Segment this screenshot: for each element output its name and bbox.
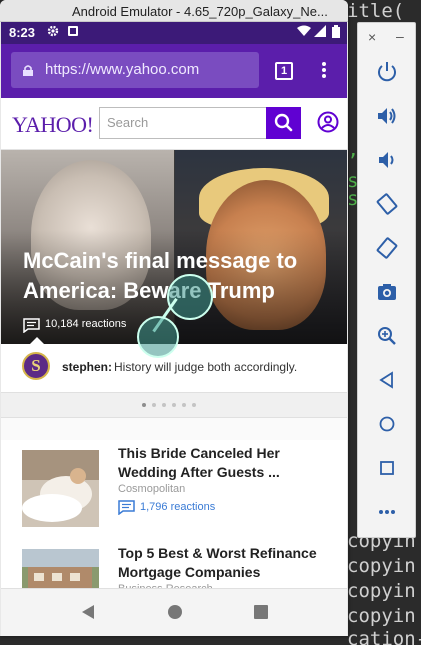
comment-icon [118, 500, 135, 516]
carousel-dot[interactable] [142, 403, 146, 407]
back-icon[interactable] [82, 605, 94, 619]
volume-down-icon[interactable] [374, 147, 400, 173]
carousel-dot[interactable] [192, 403, 196, 407]
carousel-dot[interactable] [162, 403, 166, 407]
search-button[interactable] [266, 107, 301, 139]
lock-icon [23, 63, 33, 76]
wifi-icon [297, 25, 311, 40]
home-icon[interactable] [168, 605, 182, 619]
notification-icon [67, 25, 79, 40]
browser-menu-icon[interactable] [319, 60, 329, 82]
code-line: cation-notice: [347, 628, 421, 645]
avatar: S [22, 352, 50, 380]
code-line: copyin [347, 580, 416, 602]
window-title: Android Emulator - 4.65_720p_Galaxy_Ne..… [72, 4, 328, 19]
signal-icon [314, 25, 326, 40]
rotate-right-icon[interactable] [374, 235, 400, 261]
overview-icon[interactable] [254, 605, 268, 619]
close-icon[interactable]: × [368, 29, 376, 45]
yahoo-logo[interactable]: YAHOO! [12, 112, 94, 138]
status-time: 8:23 [9, 25, 36, 40]
battery-icon [332, 25, 340, 41]
status-bar: 8:23 [1, 22, 347, 44]
comment-icon [23, 318, 40, 334]
code-line: itle( [347, 0, 405, 22]
url-text: https://www.yahoo.com [45, 61, 200, 78]
search-placeholder: Search [107, 115, 149, 130]
volume-up-icon[interactable] [374, 103, 400, 129]
camera-icon[interactable] [374, 279, 400, 305]
carousel-dot[interactable] [172, 403, 176, 407]
android-navigation-bar [1, 588, 347, 636]
home-icon[interactable] [374, 411, 400, 437]
comment-author: stephen: [62, 360, 113, 374]
rotate-left-icon[interactable] [374, 191, 400, 217]
browser-toolbar: https://www.yahoo.com 1 [1, 44, 347, 98]
carousel-dot[interactable] [152, 403, 156, 407]
tab-switcher-button[interactable]: 1 [275, 62, 293, 80]
address-bar[interactable]: https://www.yahoo.com [11, 52, 259, 88]
story-thumbnail [22, 450, 99, 527]
search-icon [274, 113, 293, 132]
power-icon[interactable] [374, 59, 400, 85]
back-icon[interactable] [374, 367, 400, 393]
carousel-indicator [1, 392, 347, 418]
overview-icon[interactable] [374, 455, 400, 481]
code-line: copyin [347, 605, 416, 627]
settings-icon [47, 25, 59, 40]
window-titlebar[interactable]: Android Emulator - 4.65_720p_Galaxy_Ne..… [0, 0, 348, 22]
story-title[interactable]: Top 5 Best & Worst Refinance Mortgage Co… [118, 544, 333, 582]
code-line: copyin [347, 555, 416, 577]
profile-icon[interactable] [317, 111, 339, 133]
comment-text: History will judge both accordingly. [114, 360, 298, 374]
story-item[interactable]: This Bride Canceled Her Wedding After Gu… [1, 440, 347, 536]
search-input[interactable]: Search [99, 107, 267, 139]
yahoo-header: YAHOO! Search [1, 98, 347, 150]
emulator-toolbar: × – [357, 22, 416, 538]
more-icon[interactable] [374, 499, 400, 525]
top-comment[interactable]: S stephen: History will judge both accor… [1, 344, 347, 392]
minimize-icon[interactable]: – [396, 28, 404, 44]
story-title[interactable]: This Bride Canceled Her Wedding After Gu… [118, 444, 333, 482]
carousel-dot[interactable] [182, 403, 186, 407]
touch-indicator [137, 316, 179, 358]
hero-reactions-count: 10,184 reactions [45, 318, 127, 330]
emulator-window: Android Emulator - 4.65_720p_Galaxy_Ne..… [0, 0, 348, 636]
story-reactions-count: 1,796 reactions [140, 501, 216, 513]
story-source: Cosmopolitan [118, 483, 186, 495]
zoom-icon[interactable] [374, 323, 400, 349]
